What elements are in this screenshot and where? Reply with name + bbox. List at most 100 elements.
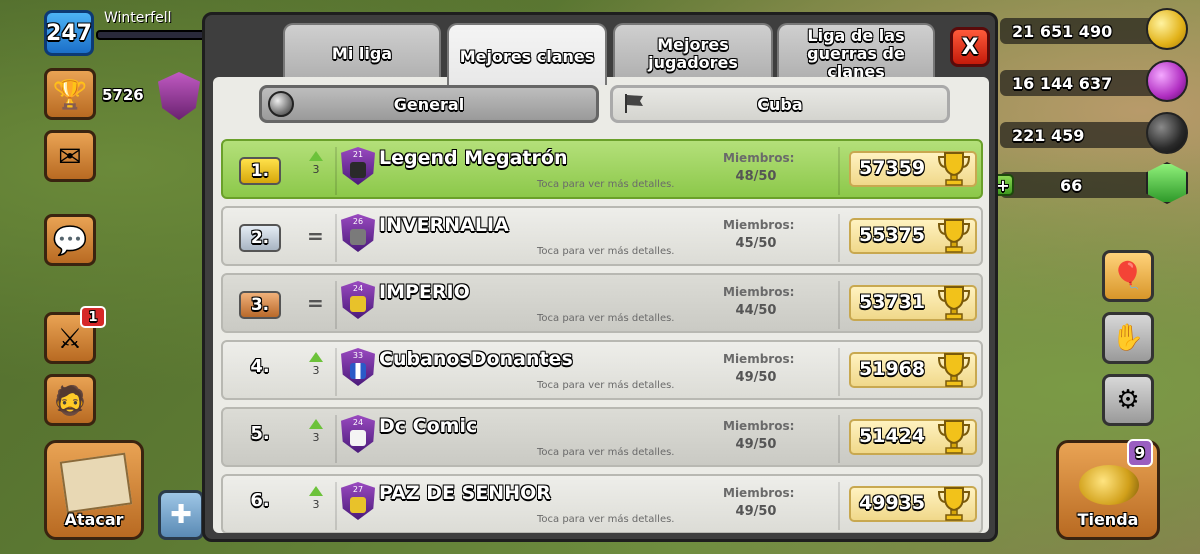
clan-row[interactable]: 4. 3 33 CubanosDonantes Toca para ver má… bbox=[221, 340, 983, 400]
clan-emblem bbox=[350, 363, 366, 379]
rank-badge: 2. bbox=[239, 224, 281, 252]
divider bbox=[838, 415, 840, 463]
trend-same-icon: = bbox=[307, 224, 324, 248]
clan-badge-icon: 27 bbox=[341, 482, 375, 520]
trophy-icon bbox=[937, 487, 971, 521]
trend-value: 3 bbox=[312, 498, 320, 511]
details-hint: Toca para ver más detalles. bbox=[537, 447, 675, 458]
clan-name: Legend Megatrón bbox=[379, 147, 568, 169]
members-label: Miembros: bbox=[723, 285, 795, 299]
clan-row[interactable]: 3. = 24 IMPERIO Toca para ver más detall… bbox=[221, 273, 983, 333]
clan-badge-icon: 33 bbox=[341, 348, 375, 386]
layout-edit-button[interactable]: ✋ bbox=[1102, 312, 1154, 364]
dark-elixir-icon bbox=[1146, 112, 1188, 154]
clan-emblem bbox=[350, 497, 366, 513]
members-label: Miembros: bbox=[723, 352, 795, 366]
trend-up-icon bbox=[309, 419, 323, 429]
globe-icon bbox=[268, 91, 294, 117]
player-level: 247 bbox=[46, 20, 92, 46]
details-hint: Toca para ver más detalles. bbox=[537, 313, 675, 324]
league-shield-icon[interactable] bbox=[158, 72, 200, 120]
divider bbox=[838, 482, 840, 530]
gold-counter: 21 651 490 bbox=[1000, 8, 1188, 50]
coins-hammer-icon bbox=[1079, 465, 1139, 505]
player-level-badge[interactable]: 247 bbox=[44, 10, 94, 56]
trend-indicator: 3 bbox=[305, 419, 327, 444]
close-icon: X bbox=[961, 34, 979, 60]
details-hint: Toca para ver más detalles. bbox=[537, 514, 675, 525]
members-label: Miembros: bbox=[723, 218, 795, 232]
trend-value: 3 bbox=[312, 431, 320, 444]
chat-icon: 💬 bbox=[52, 223, 88, 257]
chat-button[interactable]: 💬 bbox=[44, 214, 96, 266]
elixir-icon bbox=[1146, 60, 1188, 102]
player-name: Winterfell bbox=[104, 10, 172, 26]
clan-trophies: 57359 bbox=[849, 151, 977, 187]
tab-top-clans[interactable]: Mejores clanes bbox=[447, 23, 607, 85]
elixir-counter: 16 144 637 bbox=[1000, 60, 1188, 102]
attack-button[interactable]: Atacar bbox=[44, 440, 144, 540]
trophy-value: 51424 bbox=[859, 425, 926, 447]
trophy-icon bbox=[937, 219, 971, 253]
filter-local-button[interactable]: Cuba bbox=[610, 85, 950, 123]
trophy-icon: 🏆 bbox=[52, 77, 88, 111]
dark-elixir-amount: 221 459 bbox=[1012, 125, 1085, 145]
close-button[interactable]: X bbox=[950, 27, 990, 67]
tab-top-players[interactable]: Mejores jugadores bbox=[613, 23, 773, 79]
rank-number: 6. bbox=[250, 490, 270, 511]
settings-button[interactable]: ⚙ bbox=[1102, 374, 1154, 426]
members-count: 49/50 bbox=[735, 370, 777, 385]
divider bbox=[838, 281, 840, 329]
elixir-amount: 16 144 637 bbox=[1012, 73, 1113, 93]
hand-move-icon: ✋ bbox=[1111, 323, 1145, 353]
clan-row[interactable]: 6. 3 27 PAZ DE SENHOR Toca para ver más … bbox=[221, 474, 983, 533]
members-count: 45/50 bbox=[735, 236, 777, 251]
trophy-value: 57359 bbox=[859, 157, 926, 179]
clan-name: CubanosDonantes bbox=[379, 348, 573, 370]
members-count: 49/50 bbox=[735, 504, 777, 519]
trend-up-icon bbox=[309, 352, 323, 362]
trend-value: 3 bbox=[312, 364, 320, 377]
gem-counter: + 66 bbox=[992, 162, 1188, 204]
builder-base-button[interactable]: ✚ bbox=[158, 490, 204, 540]
filter-general-button[interactable]: General bbox=[259, 85, 599, 123]
shop-label: Tienda bbox=[1077, 510, 1139, 529]
filter-label: General bbox=[393, 94, 465, 114]
clan-row[interactable]: 2. = 26 INVERNALIA Toca para ver más det… bbox=[221, 206, 983, 266]
tab-my-league[interactable]: Mi liga bbox=[283, 23, 441, 79]
trophy-count: 5726 bbox=[102, 86, 144, 104]
attack-label: Atacar bbox=[64, 510, 124, 529]
clan-trophies: 55375 bbox=[849, 218, 977, 254]
trend-same-icon: = bbox=[307, 291, 324, 315]
army-button[interactable]: 🧔 bbox=[44, 374, 96, 426]
shop-badge: 9 bbox=[1127, 439, 1153, 467]
gear-icon: ⚙ bbox=[1116, 385, 1140, 415]
trophy-button[interactable]: 🏆 bbox=[44, 68, 96, 120]
clan-badge-icon: 26 bbox=[341, 214, 375, 252]
details-hint: Toca para ver más detalles. bbox=[537, 179, 675, 190]
shop-button[interactable]: 9 Tienda bbox=[1056, 439, 1160, 540]
members-count: 49/50 bbox=[735, 437, 777, 452]
trophy-value: 53731 bbox=[859, 291, 926, 313]
members-count: 48/50 bbox=[735, 169, 777, 184]
trophy-value: 49935 bbox=[859, 492, 926, 514]
trophy-icon bbox=[937, 286, 971, 320]
clan-trophies: 53731 bbox=[849, 285, 977, 321]
events-button[interactable]: 🎈 bbox=[1102, 250, 1154, 302]
trophy-icon bbox=[937, 420, 971, 454]
tab-clan-war-league[interactable]: Liga de las guerras de clanes bbox=[777, 23, 935, 81]
tab-label: Mejores clanes bbox=[459, 47, 595, 66]
clan-row[interactable]: 1. 3 21 Legend Megatrón Toca para ver má… bbox=[221, 139, 983, 199]
trophy-value: 55375 bbox=[859, 224, 926, 246]
clan-level: 24 bbox=[352, 284, 364, 293]
event-icon: 🎈 bbox=[1111, 261, 1145, 291]
trophy-icon bbox=[937, 152, 971, 186]
divider bbox=[838, 214, 840, 262]
rank-number: 5. bbox=[250, 423, 270, 444]
mail-button[interactable]: ✉ bbox=[44, 130, 96, 182]
clan-badge-icon: 21 bbox=[341, 147, 375, 185]
clan-row[interactable]: 5. 3 24 Dc Comic Toca para ver más detal… bbox=[221, 407, 983, 467]
trophy-value: 51968 bbox=[859, 358, 926, 380]
clan-emblem bbox=[350, 296, 366, 312]
members-count: 44/50 bbox=[735, 303, 777, 318]
